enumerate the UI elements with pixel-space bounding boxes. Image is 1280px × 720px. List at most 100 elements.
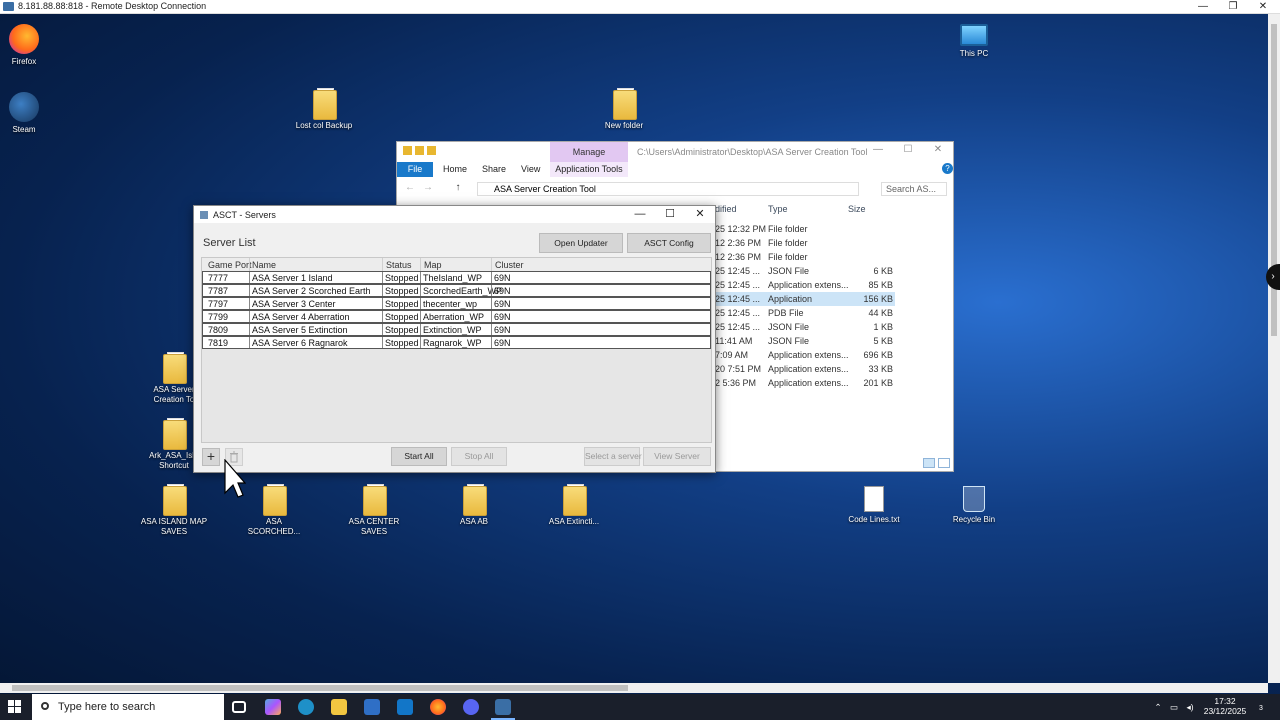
vertical-scrollbar[interactable] [1268, 14, 1280, 683]
page-title: Server List [203, 237, 256, 249]
explorer-close-button[interactable]: ✕ [925, 144, 951, 158]
stop-all-button[interactable]: Stop All [451, 447, 507, 466]
start-all-button[interactable]: Start All [391, 447, 447, 466]
explorer-minimize-button[interactable]: — [865, 144, 891, 158]
desktop-icon-this-pc[interactable]: This PC [939, 24, 1009, 59]
table-row[interactable]: 7809 ASA Server 5 Extinction Stopped Ext… [202, 323, 711, 336]
desktop-icon-firefox[interactable]: Firefox [0, 24, 59, 67]
horizontal-scrollbar[interactable] [0, 683, 1268, 693]
desktop-icon-asa-extinct[interactable]: ASA Extincti... [539, 484, 609, 527]
desktop-icon-lost-backup[interactable]: Lost col Backup [289, 88, 359, 131]
task-view-icon[interactable] [232, 701, 246, 713]
column-map[interactable]: Map [424, 260, 442, 270]
table-row[interactable]: 7777 ASA Server 1 Island Stopped TheIsla… [202, 271, 711, 284]
network-icon[interactable]: ▭ [1167, 694, 1181, 720]
folder-icon [563, 484, 587, 516]
desktop-icon-asa-scorched[interactable]: ASA SCORCHED... [239, 484, 309, 537]
file-row-selected[interactable]: 25 12:45 ... Application 156 KB [715, 292, 895, 306]
table-row[interactable]: 7819 ASA Server 6 Ragnarok Stopped Ragna… [202, 336, 711, 349]
rdp-minimize-button[interactable]: — [1188, 0, 1218, 14]
firefox-icon[interactable] [430, 699, 446, 715]
tab-home[interactable]: Home [443, 162, 467, 177]
tab-file[interactable]: File [397, 162, 433, 177]
column-name[interactable]: Name [252, 260, 276, 270]
details-view-icon[interactable] [923, 458, 935, 468]
quick-access-toolbar[interactable] [403, 146, 467, 158]
column-date-modified[interactable]: dified [715, 204, 737, 214]
up-icon[interactable]: ↑ [451, 182, 465, 196]
file-row[interactable]: 20 7:51 PM Application extens... 33 KB [715, 362, 895, 376]
large-icons-view-icon[interactable] [938, 458, 950, 468]
desktop-icon-new-folder[interactable]: New folder [589, 88, 659, 131]
tab-view[interactable]: View [521, 162, 540, 177]
asct-servers-window[interactable]: ASCT - Servers — ☐ ✕ Server List Open Up… [193, 205, 716, 473]
table-row[interactable]: 7787 ASA Server 2 Scorched Earth Stopped… [202, 284, 711, 297]
column-status[interactable]: Status [386, 260, 412, 270]
rdp-restore-button[interactable]: ❐ [1218, 0, 1248, 14]
volume-icon[interactable]: ◂) [1183, 694, 1197, 720]
file-row[interactable]: 11:41 AM JSON File 5 KB [715, 334, 895, 348]
rdp-title-bar: 8.181.88.88:818 - Remote Desktop Connect… [0, 0, 1280, 14]
clock-time: 17:32 [1214, 696, 1236, 706]
taskbar: Type here to search ⌃ ▭ ◂) 17:32 23/12/2… [0, 694, 1280, 720]
asct-maximize-button[interactable]: ☐ [657, 207, 683, 222]
outlook-icon[interactable] [397, 699, 413, 715]
asct-close-button[interactable]: ✕ [687, 207, 713, 222]
firefox-icon [9, 24, 39, 54]
desktop-icon-asa-ab[interactable]: ASA AB [439, 484, 509, 527]
desktop-icon-recycle-bin[interactable]: Recycle Bin [939, 486, 1009, 525]
file-row[interactable]: 7:09 AM Application extens... 696 KB [715, 348, 895, 362]
explorer-address-bar[interactable]: ASA Server Creation Tool [477, 182, 859, 196]
column-game-port[interactable]: Game Port [208, 260, 252, 270]
folder-icon [613, 88, 637, 120]
tab-manage[interactable]: Manage [550, 142, 628, 162]
tab-application-tools[interactable]: Application Tools [550, 162, 628, 177]
table-row[interactable]: 7799 ASA Server 4 Aberration Stopped Abe… [202, 310, 711, 323]
column-type[interactable]: Type [768, 204, 788, 214]
asct-minimize-button[interactable]: — [627, 207, 653, 222]
file-row[interactable]: 12 2:36 PM File folder [715, 236, 895, 250]
asct-title-bar: ASCT - Servers — ☐ ✕ [194, 206, 715, 223]
explorer-search-input[interactable]: Search AS... [881, 182, 947, 196]
start-button[interactable] [8, 700, 22, 714]
taskbar-search-input[interactable]: Type here to search [32, 694, 224, 720]
folder-icon [313, 88, 337, 120]
clock[interactable]: 17:32 23/12/2025 [1200, 694, 1250, 720]
notifications-icon[interactable]: 3 [1252, 694, 1270, 720]
column-size[interactable]: Size [848, 204, 866, 214]
desktop-icon-steam[interactable]: Steam [0, 92, 59, 135]
clock-date: 23/12/2025 [1203, 706, 1247, 716]
store-icon[interactable] [364, 699, 380, 715]
file-explorer-icon[interactable] [331, 699, 347, 715]
copilot-icon[interactable] [265, 699, 281, 715]
open-updater-button[interactable]: Open Updater [539, 233, 623, 253]
discord-icon[interactable] [463, 699, 479, 715]
explorer-maximize-button[interactable]: ☐ [895, 144, 921, 158]
remote-desktop-icon[interactable] [495, 699, 511, 715]
file-row[interactable]: 25 12:45 ... Application extens... 85 KB [715, 278, 895, 292]
add-server-button[interactable]: + [202, 448, 220, 466]
file-row[interactable]: 25 12:32 PM File folder [715, 222, 895, 236]
view-server-button[interactable]: View Server [643, 447, 711, 466]
forward-icon[interactable]: → [421, 182, 435, 196]
file-row[interactable]: 25 12:45 ... JSON File 6 KB [715, 264, 895, 278]
desktop-icon-code-lines[interactable]: Code Lines.txt [839, 486, 909, 525]
desktop-icon-asa-center[interactable]: ASA CENTER SAVES [339, 484, 409, 537]
desktop-icon-asa-island[interactable]: ASA ISLAND MAP SAVES [139, 484, 209, 537]
edge-icon[interactable] [298, 699, 314, 715]
asct-config-button[interactable]: ASCT Config [627, 233, 711, 253]
file-row[interactable]: 25 12:45 ... JSON File 1 KB [715, 320, 895, 334]
steam-icon [9, 92, 39, 122]
file-row[interactable]: 12 2:36 PM File folder [715, 250, 895, 264]
column-cluster[interactable]: Cluster [495, 260, 524, 270]
help-icon[interactable]: ? [942, 163, 953, 174]
rdp-close-button[interactable]: ✕ [1248, 0, 1278, 14]
file-row[interactable]: 25 12:45 ... PDB File 44 KB [715, 306, 895, 320]
back-icon[interactable]: ← [403, 182, 417, 196]
select-server-button[interactable]: Select a server [584, 447, 642, 466]
show-hidden-icons-icon[interactable]: ⌃ [1152, 694, 1164, 720]
tab-share[interactable]: Share [482, 162, 506, 177]
table-row[interactable]: 7797 ASA Server 3 Center Stopped thecent… [202, 297, 711, 310]
file-row[interactable]: 2 5:36 PM Application extens... 201 KB [715, 376, 895, 390]
asct-window-title: ASCT - Servers [213, 210, 276, 220]
